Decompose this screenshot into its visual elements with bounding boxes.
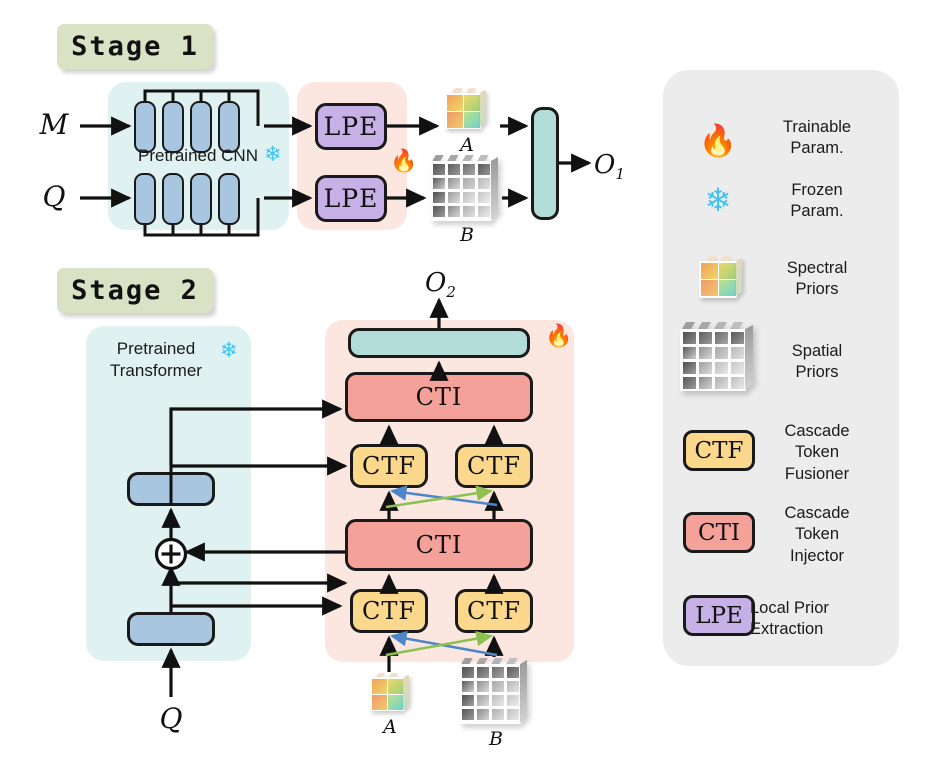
spatial-priors-grid-stage1 [428, 155, 506, 227]
legend-label-frozen: Frozen Param. [752, 180, 882, 223]
legend-line2: Token [794, 525, 840, 544]
snowflake-icon: ❄ [220, 339, 238, 362]
output-symbol-O2: O2 [425, 268, 456, 301]
legend-line1: Frozen [791, 181, 843, 199]
fire-icon: 🔥 [545, 323, 573, 348]
legend-line1: Spectral [786, 259, 848, 277]
stage-1-badge: Stage 1 [57, 24, 213, 69]
spectral-prior-symbol-stage2: A [383, 716, 397, 738]
legend-line1: Trainable [782, 118, 852, 136]
pretrained-transformer-label: Pretrained Transformer [98, 338, 214, 383]
legend-line1: Local Prior [750, 599, 829, 617]
cti-block-upper[interactable]: CTI [345, 372, 533, 422]
legend-line2: Priors [795, 363, 839, 382]
input-symbol-M: M [39, 108, 69, 141]
input-symbol-Q-stage1: Q [42, 180, 66, 213]
fire-icon: 🔥 [390, 148, 418, 173]
snowflake-icon: ❄ [264, 143, 282, 166]
transformer-block-lower [127, 612, 215, 646]
cnn-layer-bot-4 [218, 173, 240, 225]
cti-chip-icon: CTI [683, 512, 755, 553]
stage1-fusion-bar [531, 107, 559, 220]
lpe-block-top[interactable]: LPE [315, 103, 387, 150]
legend-line2: Extraction [750, 620, 824, 639]
legend-line3: Injector [789, 546, 845, 565]
snowflake-icon: ❄ [704, 182, 732, 218]
legend-label-cti: Cascade Token Injector [752, 503, 882, 567]
legend-label-ctf: Cascade Token Fusioner [752, 421, 882, 485]
legend-line1: Cascade [784, 422, 850, 440]
ctf-block-lower-right[interactable]: CTF [455, 589, 533, 633]
transformer-block-upper [127, 472, 215, 506]
legend-line2: Priors [795, 280, 839, 299]
spectral-cube-icon [697, 256, 747, 302]
lpe-chip-icon: LPE [683, 595, 755, 636]
spatial-priors-grid-stage2 [457, 658, 535, 730]
fire-icon: 🔥 [698, 122, 738, 158]
input-symbol-Q-stage2: Q [159, 702, 183, 735]
legend-label-spectral: Spectral Priors [752, 258, 882, 301]
output-symbol-O1: O1 [594, 150, 625, 183]
spatial-prior-symbol-stage2: B [489, 728, 503, 750]
legend-line3: Fusioner [784, 464, 850, 483]
legend-label-spatial: Spatial Priors [752, 341, 882, 384]
cti-block-lower[interactable]: CTI [345, 519, 533, 571]
stage2-head-bar [348, 328, 530, 358]
ctf-chip-icon: CTF [683, 430, 755, 471]
spectral-prior-symbol-stage1: A [460, 134, 474, 156]
legend-line2: Param. [790, 139, 844, 158]
lpe-block-bottom[interactable]: LPE [315, 175, 387, 222]
legend-line2: Token [794, 443, 840, 462]
legend-line1: Cascade [784, 504, 850, 522]
output-O2-subscript: 2 [446, 283, 456, 302]
ctf-block-upper-right[interactable]: CTF [455, 444, 533, 488]
cnn-layer-bot-3 [190, 173, 212, 225]
spatial-grid-icon [678, 322, 758, 397]
legend-line1: Spatial [791, 342, 843, 360]
cnn-layer-bot-1 [134, 173, 156, 225]
tf-label-line1: Pretrained [116, 339, 196, 358]
ctf-block-lower-left[interactable]: CTF [350, 589, 428, 633]
spatial-prior-symbol-stage1: B [460, 224, 474, 246]
spectral-priors-cube-stage2 [368, 673, 412, 714]
output-O1-letter: O [594, 150, 616, 180]
stage-2-badge: Stage 2 [57, 268, 213, 313]
legend-label-trainable: Trainable Param. [752, 117, 882, 160]
cnn-layer-bot-2 [162, 173, 184, 225]
output-O2-letter: O [425, 268, 447, 298]
pretrained-cnn-label: Pretrained CNN [138, 146, 258, 165]
legend-line2: Param. [790, 202, 844, 221]
ctf-block-upper-left[interactable]: CTF [350, 444, 428, 488]
output-O1-subscript: 1 [615, 165, 625, 184]
tf-label-line2: Transformer [110, 361, 202, 381]
spectral-priors-cube-stage1 [443, 88, 491, 132]
figure-canvas: Stage 1 Pretrained CNN ❄ LPE LPE 🔥 A B M… [0, 0, 930, 775]
legend-label-lpe: Local Prior Extraction [750, 598, 890, 641]
